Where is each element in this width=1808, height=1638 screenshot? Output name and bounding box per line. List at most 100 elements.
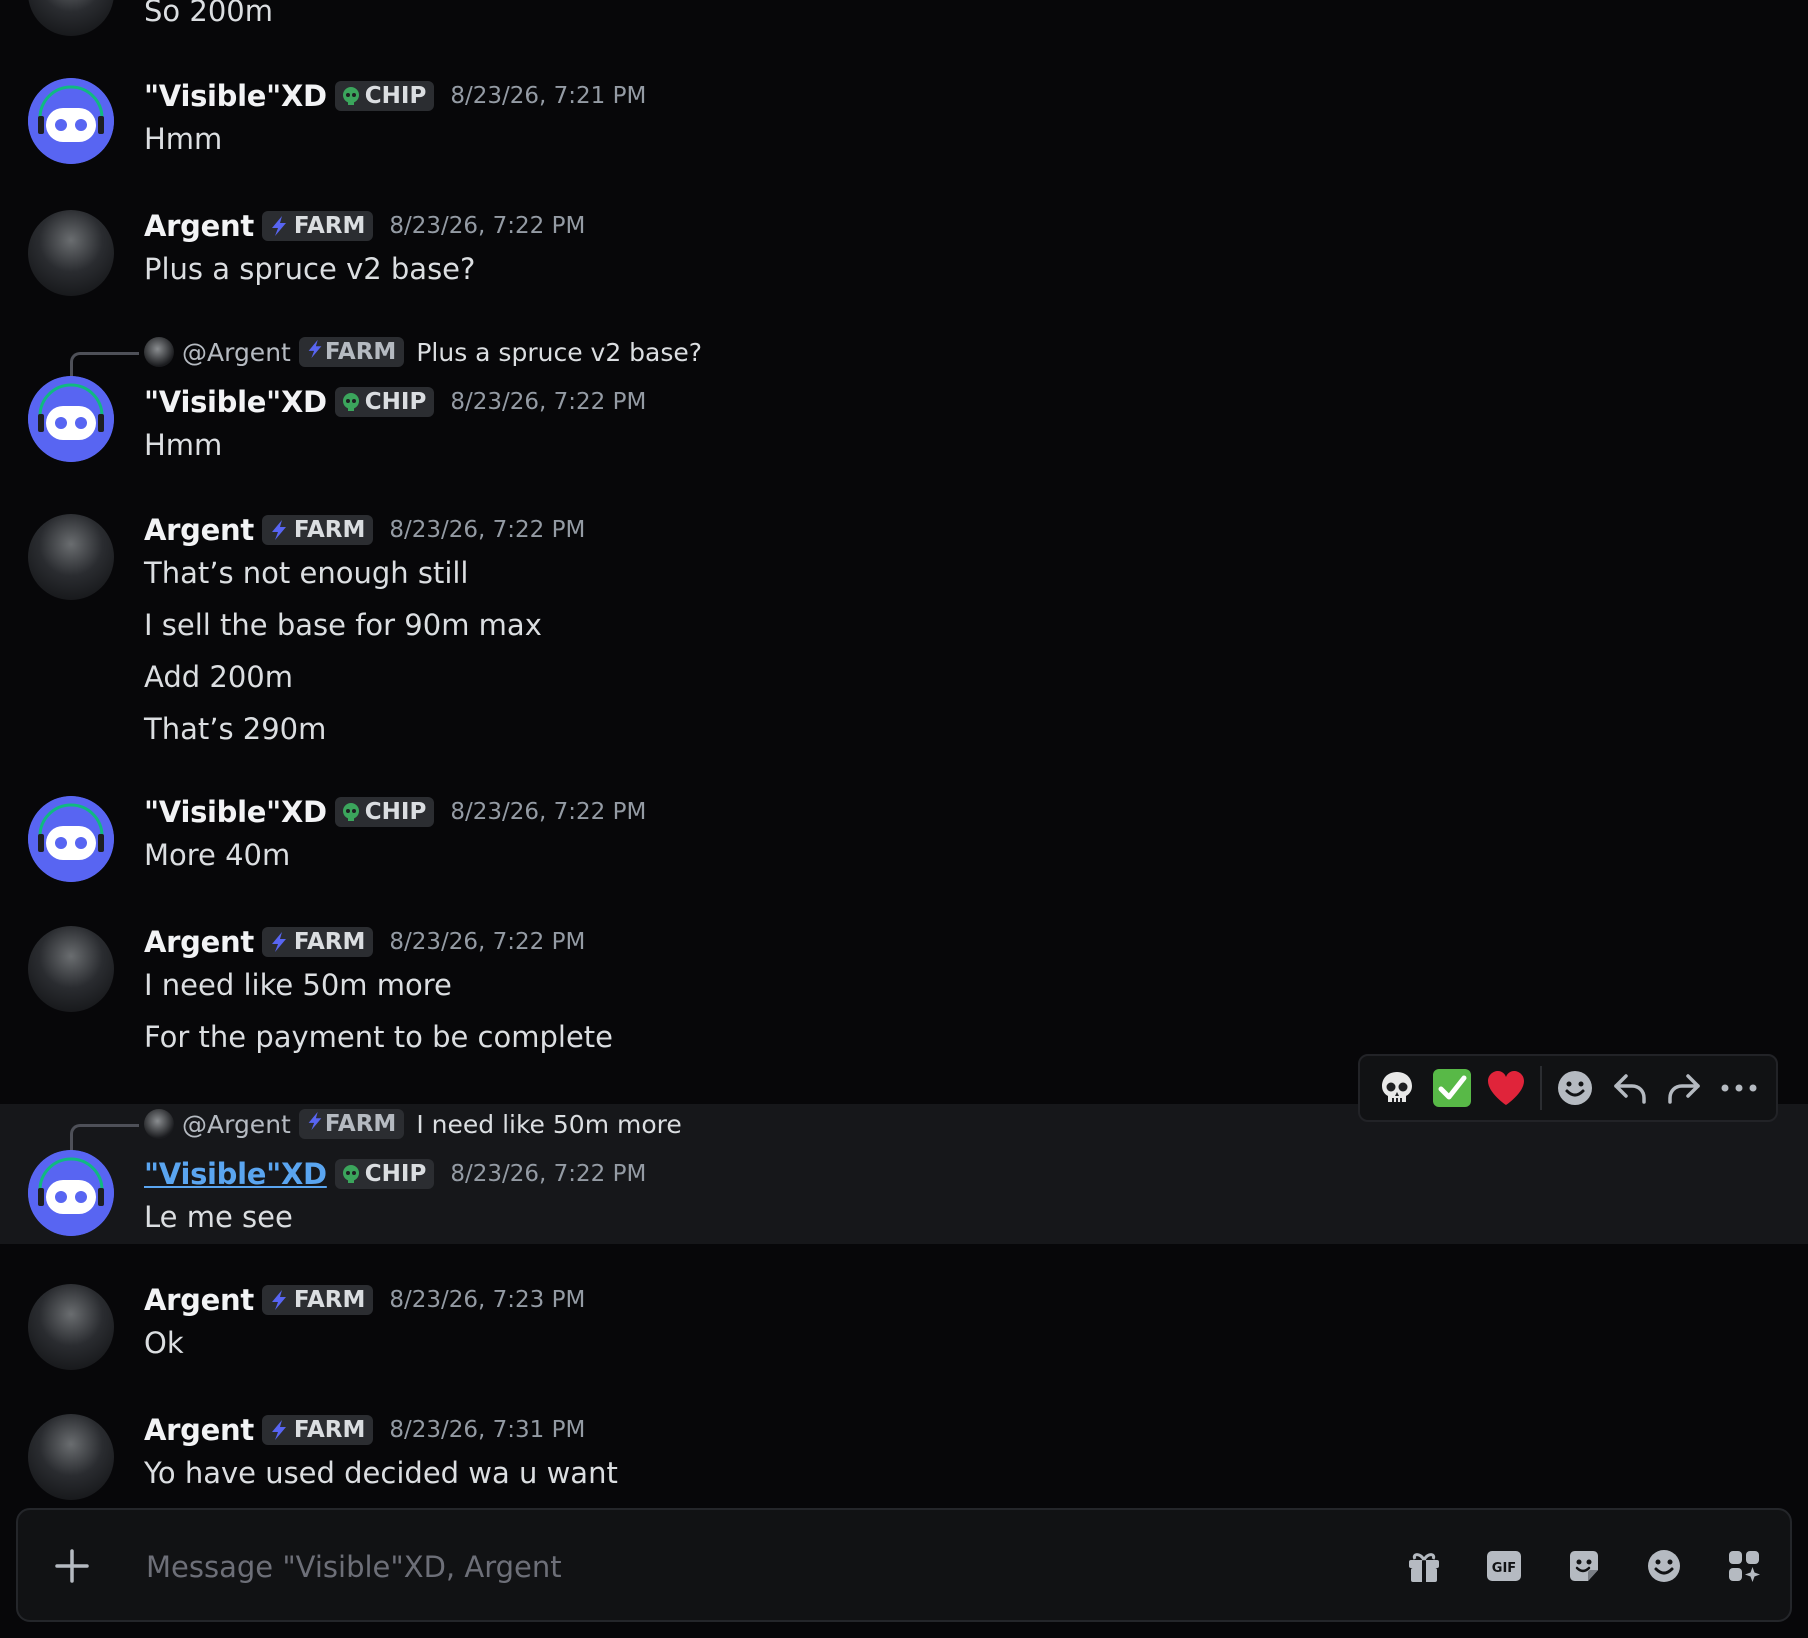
message-item[interactable]: Argent FARM 8/23/26, 7:22 PM Plus a spru… — [0, 200, 1808, 300]
timestamp[interactable]: 8/23/26, 7:22 PM — [450, 1161, 646, 1187]
add-reaction-icon[interactable] — [1548, 1060, 1603, 1116]
author-name[interactable]: "Visible"XD — [144, 79, 327, 113]
server-tag[interactable]: CHIP — [334, 81, 435, 111]
message-text: Ok — [144, 1326, 184, 1360]
server-tag[interactable]: FARM — [261, 927, 374, 957]
author-name[interactable]: Argent — [144, 209, 254, 243]
sticker-icon[interactable] — [1544, 1538, 1624, 1594]
message-text: I sell the base for 90m max — [144, 608, 542, 642]
skull-icon — [341, 392, 361, 412]
reply-username[interactable]: @Argent — [182, 1110, 291, 1139]
author-name[interactable]: "Visible"XD — [144, 795, 327, 829]
reply-text: Plus a spruce v2 base? — [416, 337, 703, 367]
message-item[interactable]: Argent FARM 8/23/26, 7:22 PM That’s not … — [0, 504, 1808, 754]
avatar[interactable] — [28, 376, 114, 462]
author-name[interactable]: Argent — [144, 1283, 254, 1317]
message-text: For the payment to be complete — [144, 1020, 613, 1054]
apps-icon[interactable] — [1704, 1538, 1784, 1594]
check-mark-emoji-icon[interactable] — [1425, 1060, 1480, 1116]
server-tag[interactable]: CHIP — [334, 1159, 435, 1189]
more-icon[interactable] — [1711, 1060, 1766, 1116]
heart-emoji-icon[interactable] — [1479, 1060, 1534, 1116]
message-text: That’s 290m — [144, 712, 327, 746]
timestamp[interactable]: 8/23/26, 7:22 PM — [389, 929, 585, 955]
server-tag[interactable]: CHIP — [334, 797, 435, 827]
server-tag[interactable]: FARM — [261, 1415, 374, 1445]
message-text: Hmm — [144, 122, 223, 156]
timestamp[interactable]: 8/23/26, 7:21 PM — [450, 83, 646, 109]
avatar[interactable] — [28, 926, 114, 1012]
reply-icon[interactable] — [1602, 1060, 1657, 1116]
message-input[interactable] — [144, 1534, 1348, 1600]
lightning-icon — [268, 1419, 290, 1441]
tag-label: CHIP — [364, 389, 427, 415]
message-item[interactable]: "Visible"XD CHIP 8/23/26, 7:22 PM More 4… — [0, 786, 1808, 886]
toolbar-divider — [1539, 1066, 1542, 1110]
reply-tag: FARM — [298, 337, 405, 367]
lightning-icon — [305, 339, 325, 365]
avatar[interactable] — [28, 1414, 114, 1500]
author-name[interactable]: "Visible"XD — [144, 1157, 327, 1191]
author-name[interactable]: Argent — [144, 1413, 254, 1447]
emoji-icon[interactable] — [1624, 1538, 1704, 1594]
server-tag[interactable]: FARM — [261, 515, 374, 545]
forward-icon[interactable] — [1657, 1060, 1712, 1116]
avatar[interactable] — [28, 210, 114, 296]
message-item[interactable]: Argent FARM 8/23/26, 7:23 PM Ok — [0, 1274, 1808, 1374]
reply-username[interactable]: @Argent — [182, 338, 291, 367]
message-item[interactable]: @Argent FARM Plus a spruce v2 base? "Vis… — [0, 330, 1808, 470]
reply-preview[interactable]: @Argent FARM Plus a spruce v2 base? — [144, 334, 702, 370]
message-text: Plus a spruce v2 base? — [144, 252, 476, 286]
avatar[interactable] — [28, 1150, 114, 1236]
tag-label: CHIP — [364, 799, 427, 825]
avatar[interactable] — [28, 796, 114, 882]
author-name[interactable]: Argent — [144, 513, 254, 547]
timestamp[interactable]: 8/23/26, 7:23 PM — [389, 1287, 585, 1313]
gift-icon[interactable] — [1384, 1538, 1464, 1594]
lightning-icon — [268, 215, 290, 237]
composer-actions: GIF — [1384, 1538, 1784, 1594]
message-composer: GIF — [16, 1508, 1792, 1622]
reply-preview[interactable]: @Argent FARM I need like 50m more — [144, 1106, 682, 1142]
upload-plus-icon[interactable] — [48, 1542, 96, 1590]
skull-emoji-icon[interactable] — [1370, 1060, 1425, 1116]
avatar[interactable] — [28, 1284, 114, 1370]
tag-label: FARM — [293, 213, 366, 239]
tag-label: FARM — [293, 929, 366, 955]
tag-label: FARM — [293, 517, 366, 543]
chat-messages: So 200m "Visible"XD CHIP 8/23/26, 7:21 P… — [0, 0, 1808, 1500]
message-item[interactable]: Argent FARM 8/23/26, 7:22 PM I need like… — [0, 916, 1808, 1056]
message-text: That’s not enough still — [144, 556, 469, 590]
reply-tag: FARM — [298, 1109, 405, 1139]
skull-icon — [341, 1164, 361, 1184]
author-name[interactable]: Argent — [144, 925, 254, 959]
server-tag[interactable]: FARM — [261, 211, 374, 241]
message-text: Yo have used decided wa u want — [144, 1456, 618, 1490]
timestamp[interactable]: 8/23/26, 7:22 PM — [389, 517, 585, 543]
timestamp[interactable]: 8/23/26, 7:31 PM — [389, 1417, 585, 1443]
lightning-icon — [305, 1111, 325, 1137]
lightning-icon — [268, 1289, 290, 1311]
timestamp[interactable]: 8/23/26, 7:22 PM — [450, 389, 646, 415]
message-item[interactable]: Argent FARM 8/23/26, 7:31 PM Yo have use… — [0, 1404, 1808, 1504]
skull-icon — [341, 802, 361, 822]
message-text: I need like 50m more — [144, 968, 452, 1002]
reply-text: I need like 50m more — [416, 1109, 682, 1139]
avatar[interactable] — [28, 0, 114, 36]
server-tag[interactable]: FARM — [261, 1285, 374, 1315]
avatar[interactable] — [28, 514, 114, 600]
tag-label: CHIP — [364, 83, 427, 109]
gif-icon[interactable]: GIF — [1464, 1538, 1544, 1594]
message-text: More 40m — [144, 838, 291, 872]
server-tag[interactable]: CHIP — [334, 387, 435, 417]
message-item[interactable]: So 200m — [0, 0, 1808, 40]
timestamp[interactable]: 8/23/26, 7:22 PM — [389, 213, 585, 239]
reply-avatar — [144, 337, 174, 367]
avatar[interactable] — [28, 78, 114, 164]
message-item[interactable]: "Visible"XD CHIP 8/23/26, 7:21 PM Hmm — [0, 70, 1808, 170]
reply-spine — [70, 1124, 139, 1153]
author-name[interactable]: "Visible"XD — [144, 385, 327, 419]
message-action-toolbar — [1358, 1054, 1778, 1122]
message-item[interactable]: @Argent FARM I need like 50m more "Visib… — [0, 1104, 1808, 1244]
timestamp[interactable]: 8/23/26, 7:22 PM — [450, 799, 646, 825]
